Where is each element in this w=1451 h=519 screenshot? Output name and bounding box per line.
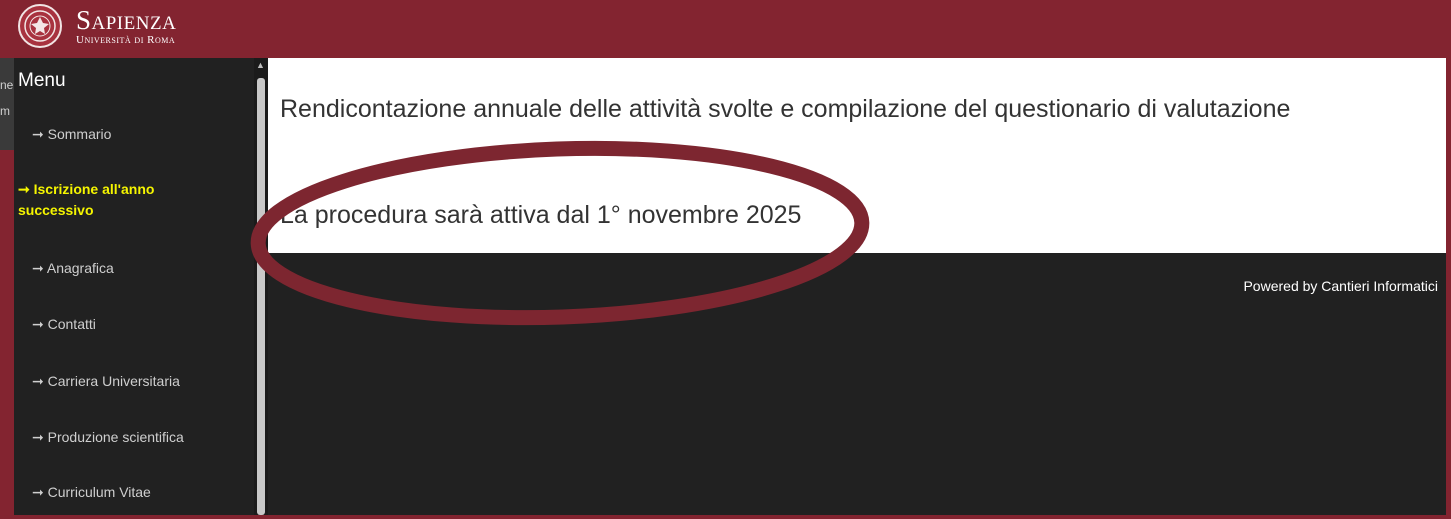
scroll-thumb[interactable] [257, 78, 265, 515]
sidebar-item-sommario[interactable]: ➞ Sommario [32, 124, 242, 145]
sidebar-scrollbar[interactable]: ▲ [254, 58, 268, 515]
arrow-right-icon: ➞ [32, 429, 44, 445]
main-content: Rendicontazione annuale delle attività s… [268, 58, 1446, 253]
page-title: Rendicontazione annuale delle attività s… [280, 95, 1291, 123]
menu-title: Menu [18, 70, 66, 91]
sidebar-item-label: Iscrizione all'anno successivo [18, 181, 155, 218]
arrow-right-icon: ➞ [18, 181, 30, 197]
top-bar: Sapienza Università di Roma [0, 0, 1451, 58]
sidebar-item-label: Sommario [47, 126, 112, 142]
sidebar-item-label: Produzione scientifica [47, 429, 184, 445]
arrow-right-icon: ➞ [32, 126, 44, 142]
arrow-right-icon: ➞ [32, 260, 44, 276]
brand-subtitle: Università di Roma [76, 34, 176, 46]
brand: Sapienza Università di Roma [76, 6, 176, 46]
sidebar-item-produzione[interactable]: ➞ Produzione scientifica [32, 427, 242, 448]
sidebar-item-curriculum[interactable]: ➞ Curriculum Vitae [32, 482, 242, 503]
sidebar-item-contatti[interactable]: ➞ Contatti [32, 314, 242, 335]
sidebar-item-carriera[interactable]: ➞ Carriera Universitaria [32, 371, 242, 392]
app-frame: Menu ➞ Sommario ➞ Iscrizione all'anno su… [14, 58, 1446, 515]
procedure-notice: La procedura sarà attiva dal 1° novembre… [280, 201, 802, 229]
sidebar-item-iscrizione[interactable]: ➞ Iscrizione all'anno successivo [18, 179, 228, 221]
sapienza-logo-icon [18, 4, 62, 48]
brand-name: Sapienza [76, 5, 177, 35]
arrow-right-icon: ➞ [32, 373, 44, 389]
sidebar-item-label: Anagrafica [46, 260, 114, 276]
scroll-up-icon[interactable]: ▲ [256, 60, 265, 70]
powered-by-text: Powered by Cantieri Informatici [1243, 278, 1438, 294]
sidebar-item-label: Curriculum Vitae [47, 484, 151, 500]
sidebar-item-anagrafica[interactable]: ➞ Anagrafica [32, 258, 242, 279]
arrow-right-icon: ➞ [32, 316, 44, 332]
arrow-right-icon: ➞ [32, 484, 44, 500]
sidebar-item-label: Carriera Universitaria [47, 373, 180, 389]
sidebar: Menu ➞ Sommario ➞ Iscrizione all'anno su… [14, 58, 254, 515]
sidebar-item-label: Contatti [47, 316, 96, 332]
